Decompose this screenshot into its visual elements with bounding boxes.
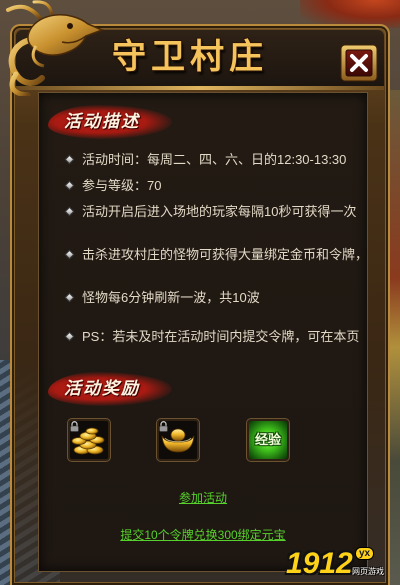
entry-reward-text: 活动开启后进入场地的玩家每隔10秒可获得一次 [82, 204, 357, 219]
site-logo-badge: yx [355, 547, 375, 560]
join-link-row: 参加活动 [38, 490, 368, 506]
dialog-title: 守卫村庄 [112, 39, 268, 76]
rewards-section-header: 活动奖励 [48, 372, 172, 406]
diamond-bullet-icon [64, 331, 75, 342]
site-logo-number: 1912 [286, 547, 353, 580]
list-item: 击杀进攻村庄的怪物可获得大量绑定金币和令牌， [64, 247, 364, 290]
description-list: 活动时间：每周二、四、六、日的12:30-13:30 参与等级：70 活动开启后… [64, 152, 364, 345]
reward-slot-gold-ingot[interactable] [157, 419, 199, 461]
description-section-header: 活动描述 [48, 105, 172, 139]
diamond-bullet-icon [64, 292, 75, 303]
site-logo-tagline: 网页游戏 [352, 567, 384, 576]
close-button[interactable] [340, 44, 378, 82]
list-item: PS：若未及时在活动时间内提交令牌，可在本页 [64, 329, 364, 345]
exchange-link-row: 提交10个令牌兑换300绑定元宝 [38, 527, 368, 543]
lock-icon [159, 421, 168, 432]
list-item: 怪物每6分钟刷新一波，共10波 [64, 290, 364, 329]
exchange-tokens-link[interactable]: 提交10个令牌兑换300绑定元宝 [120, 528, 285, 542]
diamond-bullet-icon [64, 180, 75, 191]
join-activity-link[interactable]: 参加活动 [179, 491, 227, 505]
reward-slot-experience[interactable]: 经验 [247, 419, 289, 461]
activity-time-text: 活动时间：每周二、四、六、日的12:30-13:30 [82, 152, 347, 167]
list-item: 活动时间：每周二、四、六、日的12:30-13:30 [64, 152, 364, 178]
close-icon [340, 44, 378, 82]
diamond-bullet-icon [64, 249, 75, 260]
list-item: 参与等级：70 [64, 178, 364, 204]
list-item: 活动开启后进入场地的玩家每隔10秒可获得一次 [64, 204, 364, 247]
diamond-bullet-icon [64, 206, 75, 217]
kill-reward-text: 击杀进攻村庄的怪物可获得大量绑定金币和令牌， [82, 247, 364, 262]
lock-icon [70, 421, 79, 432]
wave-info-text: 怪物每6分钟刷新一波，共10波 [82, 290, 260, 305]
diamond-bullet-icon [64, 154, 75, 165]
experience-label: 经验 [254, 432, 281, 447]
reward-slot-gold-coins[interactable] [68, 419, 110, 461]
description-header-label: 活动描述 [64, 112, 140, 131]
rewards-header-label: 活动奖励 [64, 379, 140, 398]
level-requirement-text: 参与等级：70 [82, 178, 162, 193]
ps-note-text: PS：若未及时在活动时间内提交令牌，可在本页 [82, 329, 360, 344]
